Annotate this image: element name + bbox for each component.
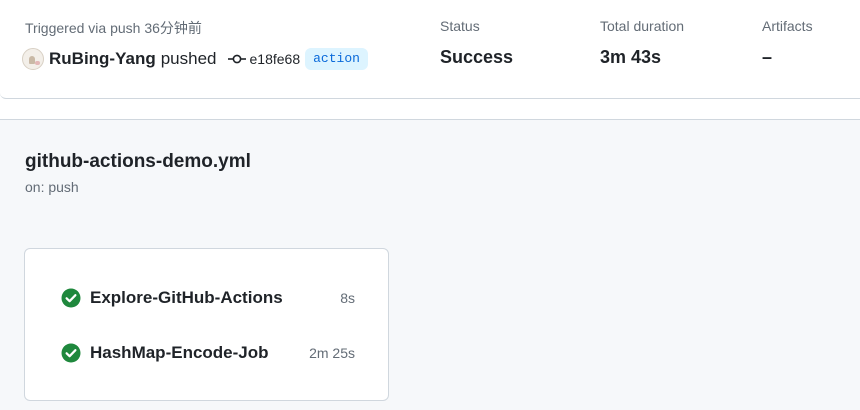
job-duration: 8s [340,290,355,306]
check-circle-icon [61,288,81,308]
commit-sha-link[interactable]: e18fe68 [250,51,301,67]
workflow-file-name[interactable]: github-actions-demo.yml [25,151,251,173]
duration-value: 3m 43s [600,47,662,67]
artifacts-value: – [762,47,773,67]
job-name: HashMap-Encode-Job [90,343,269,362]
jobs-card: Explore-GitHub-Actions 8s HashMap-Encode… [24,248,389,401]
duration-stat: Total duration 3m 43s [600,18,684,68]
job-item[interactable]: Explore-GitHub-Actions 8s [61,286,355,310]
duration-label: Total duration [600,18,685,34]
status-stat: Status Success [440,18,513,68]
user-link[interactable]: RuBing-Yang [49,49,156,69]
avatar[interactable] [22,48,44,70]
branch-badge[interactable]: action [305,48,368,70]
artifacts-label: Artifacts [762,18,813,34]
pushed-label: pushed [160,49,217,68]
artifacts-stat: Artifacts – [762,18,813,68]
job-duration: 2m 25s [309,345,355,361]
push-info: RuBing-Yang pushed e18fe68 action [22,47,368,71]
job-item[interactable]: HashMap-Encode-Job 2m 25s [61,341,355,365]
status-label: Status [440,18,480,34]
workflow-graph: github-actions-demo.yml on: push Explore… [0,119,860,410]
job-name: Explore-GitHub-Actions [90,288,283,307]
check-circle-icon [61,343,81,363]
trigger-label: Triggered via push 36分钟前 [25,20,202,36]
status-value: Success [440,47,514,67]
run-summary: Triggered via push 36分钟前 RuBing-Yang pus… [0,0,860,99]
workflow-event: on: push [25,179,79,195]
git-commit-icon [227,52,246,66]
